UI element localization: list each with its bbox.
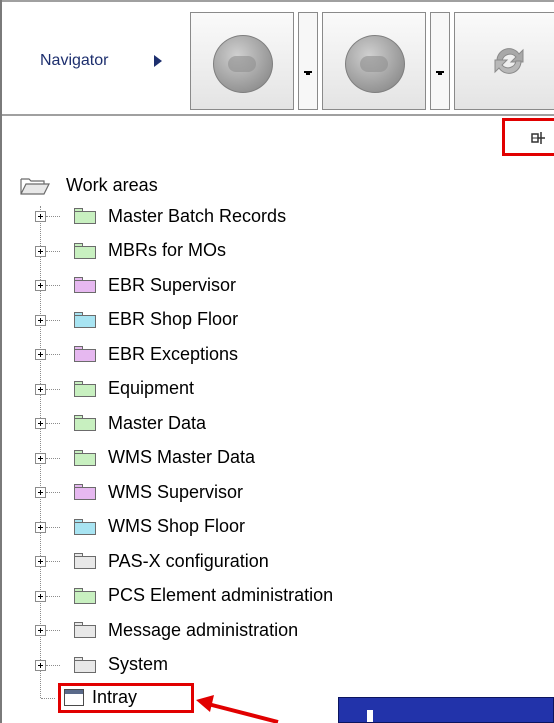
refresh-button[interactable] xyxy=(454,12,554,110)
expand-icon[interactable] xyxy=(35,245,46,257)
folder-icon xyxy=(74,587,96,604)
pin-icon xyxy=(531,132,545,144)
folder-icon xyxy=(74,346,96,362)
forward-dropdown-button[interactable] xyxy=(430,12,450,110)
tree-item[interactable]: WMS Master Data xyxy=(108,445,255,471)
expand-icon[interactable] xyxy=(35,280,46,291)
expand-icon[interactable] xyxy=(35,521,46,533)
expand-icon[interactable] xyxy=(35,211,46,222)
tree-item[interactable]: EBR Shop Floor xyxy=(108,307,238,333)
expand-icon[interactable] xyxy=(35,487,46,498)
toolbar: Navigator xyxy=(2,0,554,116)
expand-icon[interactable] xyxy=(35,418,46,429)
intray-highlight xyxy=(58,683,194,713)
tree-item[interactable]: PCS Element administration xyxy=(108,583,333,609)
expand-icon[interactable] xyxy=(35,349,46,360)
folder-icon xyxy=(74,553,96,569)
tree-item[interactable]: Equipment xyxy=(108,376,194,402)
expand-icon[interactable] xyxy=(35,625,46,636)
folder-icon xyxy=(74,415,96,431)
forward-icon xyxy=(345,35,405,93)
expand-icon[interactable] xyxy=(35,590,46,602)
tree-item[interactable]: EBR Supervisor xyxy=(108,272,236,298)
tree-root-work-areas[interactable]: Work areas xyxy=(66,172,158,198)
folder-icon xyxy=(74,449,96,466)
navigator-expand-icon[interactable] xyxy=(154,55,162,67)
tree-item[interactable]: WMS Shop Floor xyxy=(108,514,245,540)
navigator-label[interactable]: Navigator xyxy=(40,52,108,70)
back-dropdown-button[interactable] xyxy=(298,12,318,110)
folder-icon xyxy=(74,484,96,500)
tree-item[interactable]: EBR Exceptions xyxy=(108,341,238,367)
tree-item[interactable]: System xyxy=(108,652,168,678)
expand-icon[interactable] xyxy=(35,314,46,326)
expand-icon[interactable] xyxy=(35,659,46,671)
back-button[interactable] xyxy=(190,12,294,110)
expand-icon[interactable] xyxy=(35,452,46,464)
tree-item[interactable]: Message administration xyxy=(108,617,298,643)
tree-item[interactable]: Master Data xyxy=(108,410,206,436)
tree-item[interactable]: Master Batch Records xyxy=(108,203,286,229)
folder-icon xyxy=(74,242,96,259)
tree-item[interactable]: PAS-X configuration xyxy=(108,548,269,574)
back-icon xyxy=(213,35,273,93)
forward-button[interactable] xyxy=(322,12,426,110)
expand-icon[interactable] xyxy=(35,383,46,395)
folder-icon xyxy=(74,518,96,535)
folder-icon xyxy=(74,656,96,673)
open-folder-icon xyxy=(20,178,50,195)
tree-item[interactable]: MBRs for MOs xyxy=(108,238,226,264)
folder-icon xyxy=(74,208,96,224)
folder-icon xyxy=(74,277,96,293)
refresh-icon xyxy=(494,48,524,74)
expand-icon[interactable] xyxy=(35,556,46,567)
tree-item[interactable]: WMS Supervisor xyxy=(108,479,243,505)
folder-icon xyxy=(74,311,96,328)
pin-button[interactable] xyxy=(502,118,554,156)
annotation-callout xyxy=(338,697,554,723)
folder-icon xyxy=(74,622,96,638)
folder-icon xyxy=(74,380,96,397)
